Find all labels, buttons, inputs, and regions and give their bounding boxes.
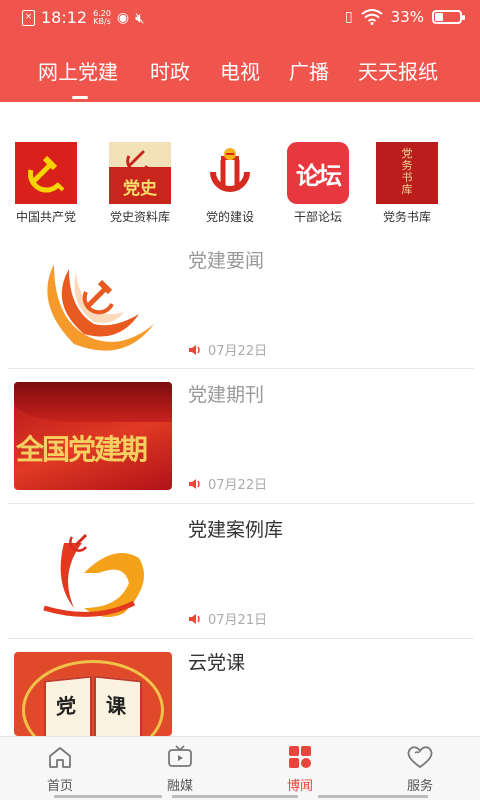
party-history-icon-text: 党史	[123, 179, 157, 199]
tv-icon	[168, 745, 192, 767]
party-90-logo-thumbnail	[14, 513, 172, 621]
divider	[8, 368, 474, 369]
shortcut-party-history[interactable]: 党史 党史资料库	[95, 142, 185, 225]
book-left-page: 党	[44, 675, 92, 736]
news-date: 07月21日	[208, 613, 268, 628]
shortcut-party-building[interactable]: 党的建设	[185, 142, 275, 225]
divider	[8, 638, 474, 639]
book-right-page: 课	[94, 675, 142, 736]
shortcut-cadre-forum[interactable]: 论坛 干部论坛	[273, 142, 363, 225]
news-item-case-library[interactable]: 党建案例库 07月21日	[0, 505, 480, 637]
news-title: 党建案例库	[188, 519, 284, 541]
tab-current-affairs[interactable]: 时政	[150, 56, 190, 85]
gesture-bar	[318, 795, 428, 798]
news-title: 党建期刊	[188, 384, 265, 406]
wifi-icon	[361, 9, 383, 25]
net-speed-unit: KB/s	[93, 16, 111, 26]
party-history-icon: 党史	[109, 142, 171, 204]
home-icon	[49, 747, 71, 768]
shortcut-communist-party[interactable]: 中国共产党	[1, 142, 91, 225]
shortcut-label: 干部论坛	[293, 210, 342, 224]
news-date: 07月22日	[208, 478, 268, 493]
nav-media[interactable]: 融媒	[140, 745, 220, 794]
tab-daily-newspaper[interactable]: 天天报纸	[358, 56, 438, 85]
red-banner-thumbnail: 全国党建期	[14, 382, 172, 490]
open-book-thumbnail: 党 课	[14, 652, 172, 736]
book-left-text: 党	[56, 693, 76, 720]
news-item-party-journal[interactable]: 全国党建期 党建期刊 07月22日	[0, 370, 480, 502]
news-item-party-news[interactable]: 党建要闻 07月22日	[0, 236, 480, 368]
shortcut-label: 党史资料库	[109, 210, 170, 224]
news-title: 党建要闻	[188, 250, 265, 272]
net-speed-indicator: 6.20 KB/s	[93, 9, 111, 26]
gesture-bar	[54, 795, 162, 798]
speaker-icon	[189, 478, 200, 489]
party-emblem-swirl-thumbnail	[14, 244, 172, 352]
sim-card-icon: ×	[22, 9, 35, 26]
news-item-cloud-party-class[interactable]: 党 课 云党课	[0, 640, 480, 736]
forum-icon-text: 论坛	[296, 162, 342, 190]
shortcut-label: 中国共产党	[15, 210, 76, 224]
vibrate-icon: ▯	[344, 9, 353, 25]
speaker-icon	[189, 344, 200, 355]
top-tab-bar: 网上党建 时政 电视 广播 天天报纸	[0, 38, 480, 102]
weibo-icon: ◉	[116, 9, 130, 26]
news-date: 07月22日	[208, 344, 268, 359]
speaker-icon	[189, 613, 200, 624]
news-meta: 07月22日	[188, 474, 267, 493]
nav-label: 服务	[406, 779, 433, 794]
shortcut-label: 党的建设	[205, 210, 254, 224]
status-time: 18:12	[41, 8, 88, 27]
book-library-icon-text: 党务书库	[401, 147, 413, 196]
nav-label: 融媒	[166, 779, 193, 794]
bottom-nav: 首页 融媒 博闻 服务	[0, 736, 480, 800]
party-building-icon	[199, 142, 261, 204]
grid-icon	[289, 746, 311, 768]
tab-online-party-building[interactable]: 网上党建	[38, 56, 118, 85]
nav-news[interactable]: 博闻	[260, 745, 340, 794]
news-meta: 07月22日	[188, 340, 267, 359]
forum-icon: 论坛	[287, 142, 349, 204]
gesture-bar	[172, 795, 298, 798]
book-library-icon: 党务书库	[376, 142, 438, 204]
news-meta: 07月21日	[188, 609, 267, 628]
shortcut-row: 中国共产党 党史 党史资料库 党的建设 论坛 干部论坛 党务书库 党务书库	[0, 142, 480, 227]
nav-label: 博闻	[286, 779, 313, 794]
party-flag-icon	[15, 142, 77, 204]
divider	[8, 503, 474, 504]
tab-radio[interactable]: 广播	[289, 56, 329, 85]
mute-icon: 🔇︎	[135, 8, 145, 27]
shortcut-label: 党务书库	[382, 210, 431, 224]
nav-label: 首页	[46, 779, 73, 794]
battery-icon	[432, 10, 465, 24]
active-tab-indicator	[72, 96, 88, 99]
tab-tv[interactable]: 电视	[220, 56, 260, 85]
battery-percent: 33%	[390, 8, 424, 26]
shortcut-party-book-library[interactable]: 党务书库 党务书库	[362, 142, 452, 225]
book-right-text: 课	[106, 692, 126, 719]
banner-text: 全国党建期	[16, 433, 148, 466]
news-title: 云党课	[188, 652, 246, 674]
nav-service[interactable]: 服务	[380, 745, 460, 794]
banner-fold	[14, 382, 172, 422]
heart-icon	[407, 746, 433, 769]
status-bar: × 18:12 6.20 KB/s ◉ 🔇︎ ▯ 33%	[0, 0, 480, 38]
nav-home[interactable]: 首页	[20, 745, 100, 794]
